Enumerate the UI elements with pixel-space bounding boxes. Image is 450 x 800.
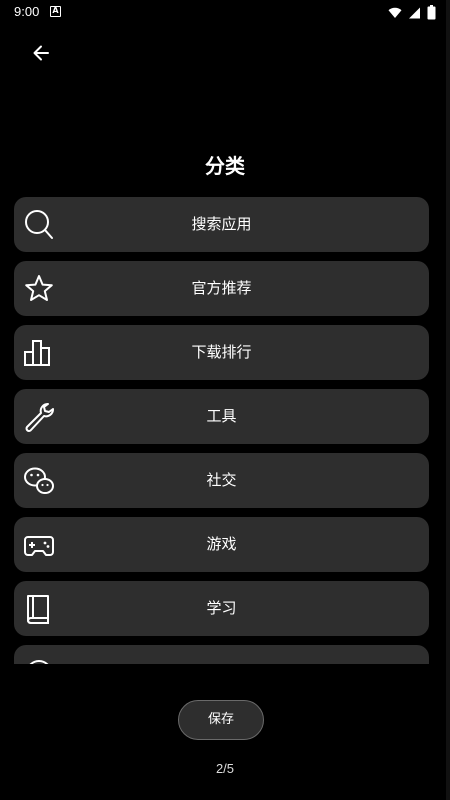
arrow-left-icon [33,45,49,61]
back-button[interactable] [26,38,56,68]
category-label: 官方推荐 [191,279,252,297]
category-label: 浏览器 [14,645,429,664]
status-bar: 9:00 A [0,0,450,26]
category-item-games[interactable]: 游戏 [14,517,429,572]
category-label: 搜索应用 [191,215,252,233]
screen: 9:00 A 分类 搜索应用 官方推荐 下载排行 工具 社交 游戏 学习 保存 … [0,0,450,800]
page-indicator: 2/5 [215,761,235,776]
wifi-icon [388,7,402,18]
category-item-learning[interactable]: 学习 [14,581,429,636]
edge-scrollbar [446,0,450,800]
category-label: 下载排行 [191,343,252,361]
category-item-browser[interactable]: 浏览器 [14,645,429,664]
category-item-social[interactable]: 社交 [14,453,429,508]
category-label: 工具 [206,407,237,425]
category-item-ranking[interactable]: 下载排行 [14,325,429,380]
category-item-tools[interactable]: 工具 [14,389,429,444]
category-list[interactable]: 搜索应用 官方推荐 下载排行 工具 社交 游戏 学习 [0,196,450,664]
category-item-search[interactable]: 搜索应用 [14,197,429,252]
battery-icon [427,5,436,20]
category-label: 社交 [206,471,237,489]
save-button[interactable]: 保存 [178,700,264,740]
status-icons [388,5,436,20]
notification-icon: A [50,6,61,17]
page-title: 分类 [205,154,245,178]
category-label: 学习 [206,599,237,617]
category-item-official[interactable]: 官方推荐 [14,261,429,316]
category-label: 游戏 [206,535,237,553]
signal-icon [409,7,420,18]
status-time: 9:00 [14,4,40,19]
